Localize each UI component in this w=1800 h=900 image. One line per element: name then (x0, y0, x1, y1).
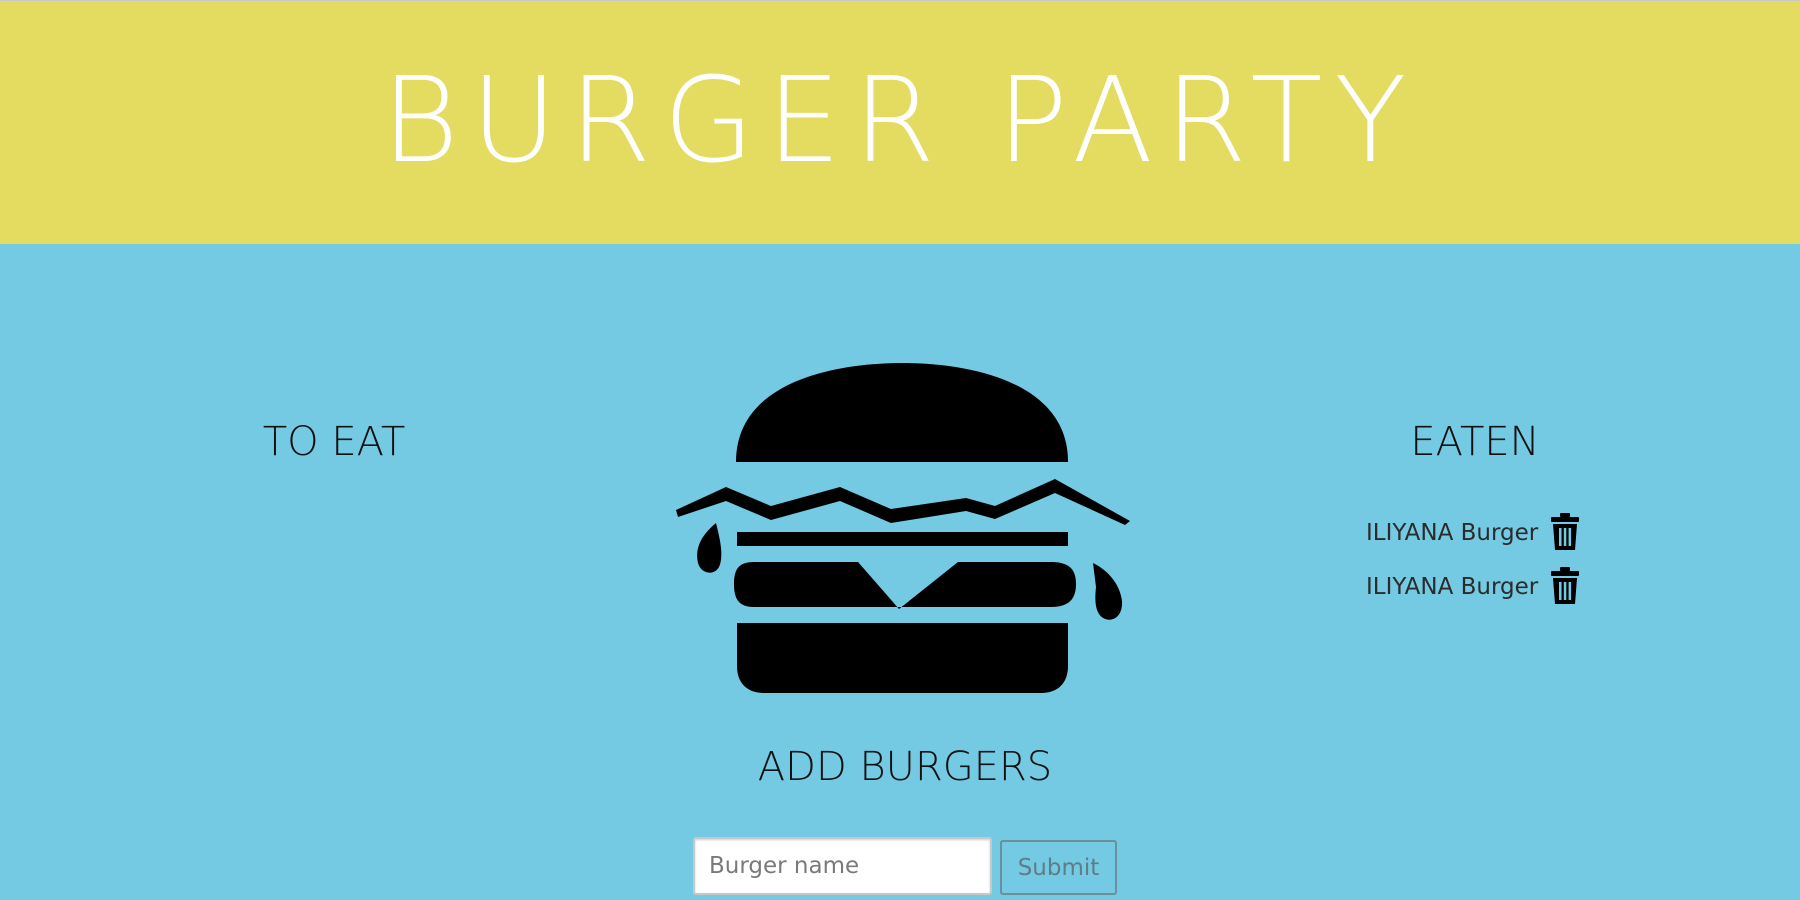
to-eat-heading: TO EAT (262, 419, 406, 465)
header: BURGER PARTY (0, 1, 1800, 244)
trash-icon[interactable] (1550, 512, 1580, 552)
page-title: BURGER PARTY (381, 51, 1419, 189)
list-item: ILIYANA Burger (1366, 512, 1666, 566)
submit-button[interactable]: Submit (1000, 840, 1117, 895)
eaten-item-label: ILIYANA Burger (1366, 520, 1539, 546)
main-content: TO EAT EATEN ILIYANA Burger ILIYANA Burg… (0, 244, 1800, 900)
eaten-heading: EATEN (1410, 419, 1540, 465)
add-burgers-heading: ADD BURGERS (757, 744, 1053, 790)
trash-icon[interactable] (1550, 566, 1580, 606)
eaten-item-label: ILIYANA Burger (1366, 574, 1539, 600)
burger-icon (676, 361, 1130, 695)
burger-name-input[interactable] (693, 837, 992, 895)
list-item: ILIYANA Burger (1366, 566, 1666, 620)
eaten-list: ILIYANA Burger ILIYANA Burger (1366, 512, 1666, 620)
